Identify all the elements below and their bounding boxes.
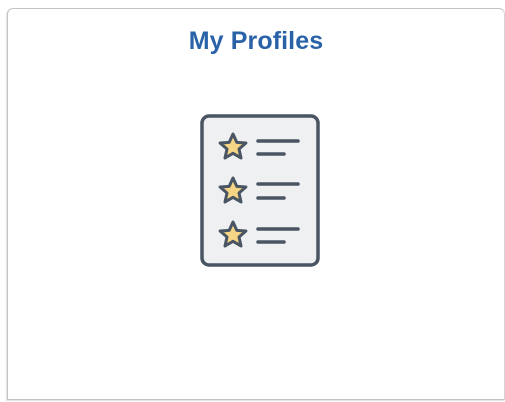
- tile-title: My Profiles: [188, 27, 324, 55]
- my-profiles-tile[interactable]: My Profiles: [7, 8, 505, 400]
- star-rated-list-icon: [200, 114, 320, 267]
